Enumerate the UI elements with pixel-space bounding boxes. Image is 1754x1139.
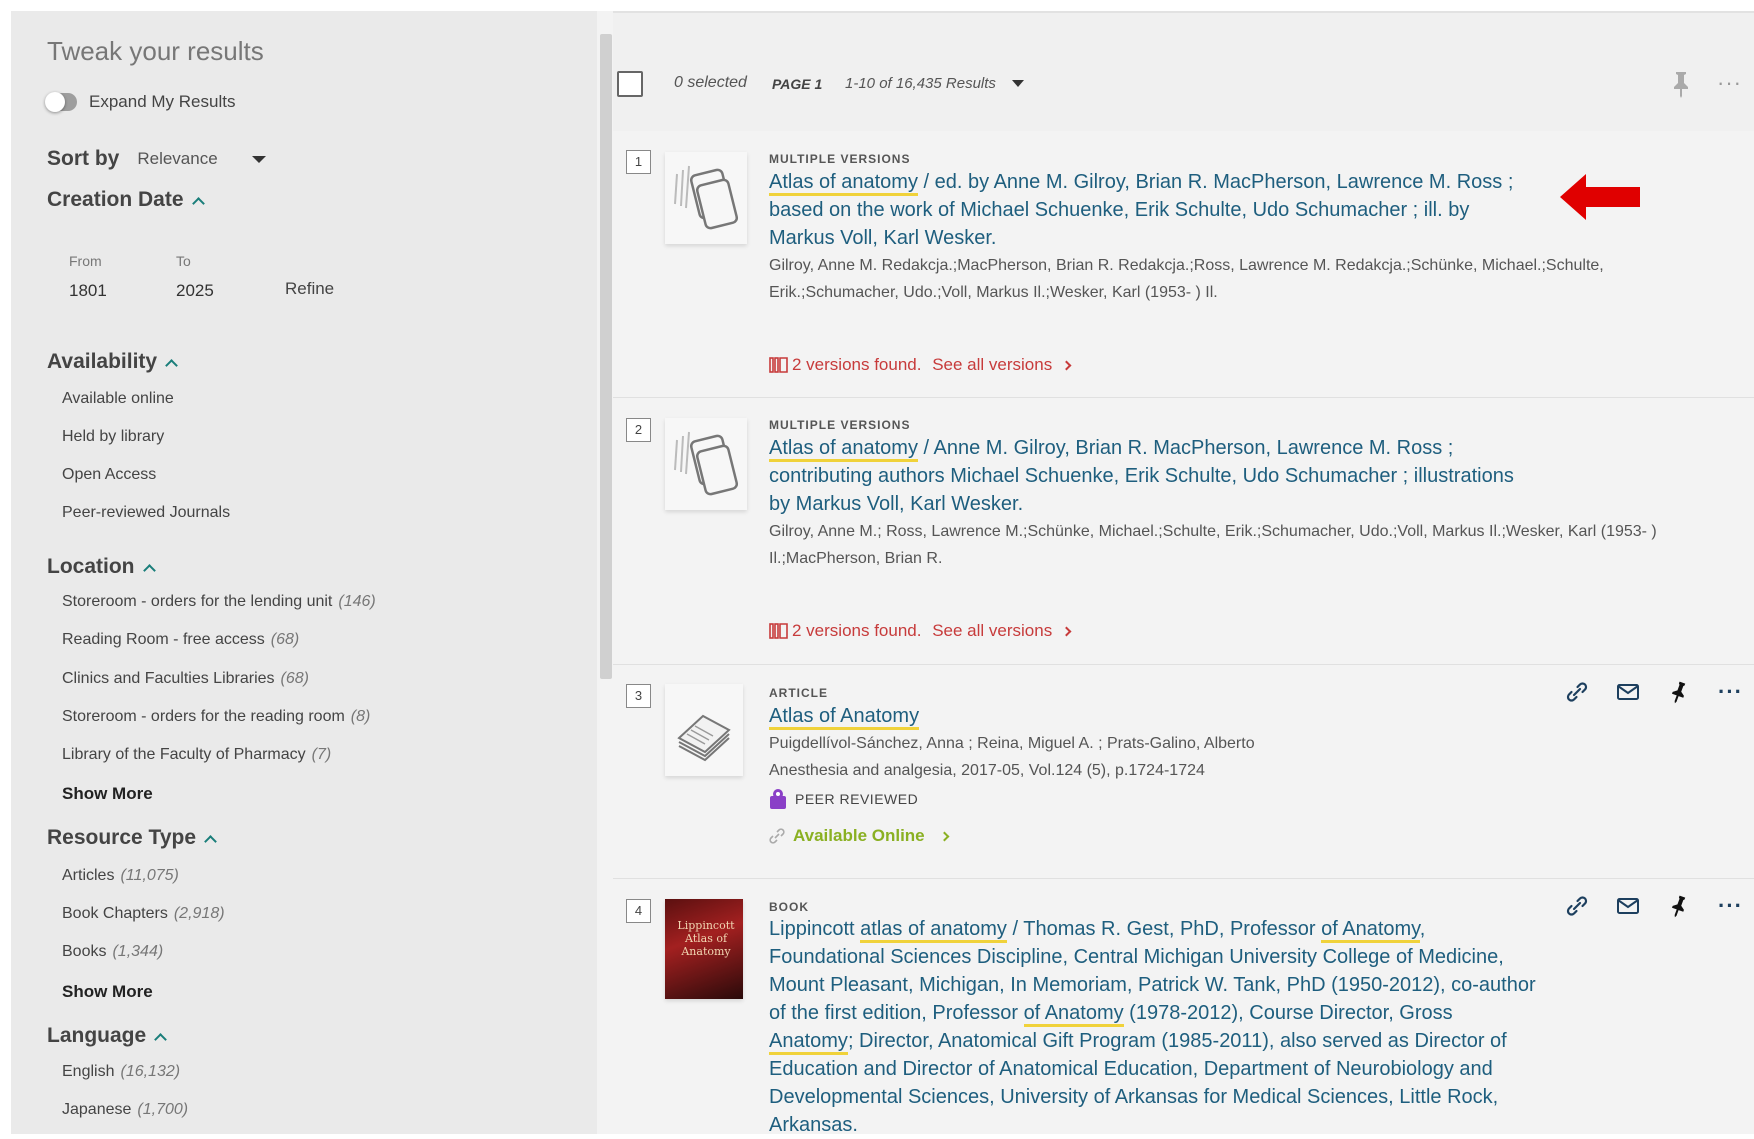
available-online-link[interactable]: Available Online xyxy=(769,826,950,846)
facet-item[interactable]: Library of the Faculty of Pharmacy (7) xyxy=(62,746,331,764)
sort-by-label: Sort by xyxy=(47,147,120,170)
resource-type-show-more-button[interactable]: Show More xyxy=(62,982,153,1002)
results-count-caret-icon[interactable] xyxy=(1012,80,1024,87)
result-type: MULTIPLE VERSIONS xyxy=(769,152,911,166)
facet-item[interactable]: Japanese (1,700) xyxy=(62,1101,188,1119)
article-thumbnail[interactable] xyxy=(665,684,743,776)
more-options-icon[interactable]: ··· xyxy=(1718,895,1743,917)
select-all-checkbox[interactable] xyxy=(617,71,643,97)
result-number: 1 xyxy=(626,150,651,174)
result-title-link[interactable]: Atlas of anatomy / Anne M. Gilroy, Brian… xyxy=(769,434,1539,518)
date-from-label: From xyxy=(69,253,102,269)
facet-item[interactable]: Articles (11,075) xyxy=(62,867,179,885)
facet-item[interactable]: Book Chapters (2,918) xyxy=(62,905,225,923)
result-authors: Puigdellívol-Sánchez, Anna ; Reina, Migu… xyxy=(769,735,1255,752)
page-indicator: PAGE 1 xyxy=(772,76,823,92)
result-number: 4 xyxy=(626,899,651,923)
chevron-up-icon xyxy=(142,563,156,577)
chevron-up-icon xyxy=(204,834,217,848)
expand-results-toggle[interactable] xyxy=(45,92,77,112)
expand-results-toggle-row[interactable]: Expand My Results xyxy=(45,92,236,112)
multiple-versions-thumbnail[interactable] xyxy=(665,152,747,244)
result-type: BOOK xyxy=(769,900,809,914)
more-options-icon[interactable]: ··· xyxy=(1718,681,1743,703)
result-type: ARTICLE xyxy=(769,686,828,700)
sort-select[interactable]: Relevance xyxy=(137,149,217,169)
result-number: 3 xyxy=(626,684,651,708)
facet-item[interactable]: Available online xyxy=(62,390,174,408)
result-authors: Gilroy, Anne M. Redakcja.;MacPherson, Br… xyxy=(769,257,1604,301)
expand-results-label: Expand My Results xyxy=(89,92,236,111)
facet-item[interactable]: Storeroom - orders for the reading room(… xyxy=(62,708,370,726)
sidebar-title: Tweak your results xyxy=(47,36,264,66)
result-title-link[interactable]: Lippincott atlas of anatomy / Thomas R. … xyxy=(769,915,1539,1139)
selected-count: 0 selected xyxy=(674,74,747,91)
link-icon[interactable] xyxy=(1565,894,1589,918)
facet-item[interactable]: Clinics and Faculties Libraries (68) xyxy=(62,670,309,688)
facet-item[interactable]: Open Access xyxy=(62,466,156,484)
facet-item[interactable]: Held by library xyxy=(62,428,164,446)
versions-link[interactable]: 2 versions found. See all versions xyxy=(769,355,1072,375)
date-from-input[interactable]: 1801 xyxy=(69,281,107,301)
pin-icon[interactable] xyxy=(1670,70,1692,98)
result-source: Anesthesia and analgesia, 2017-05, Vol.1… xyxy=(769,762,1205,779)
facet-item[interactable]: English (16,132) xyxy=(62,1063,180,1081)
more-options-icon[interactable]: ··· xyxy=(1717,70,1742,96)
chevron-up-icon xyxy=(191,196,205,210)
result-actions: ··· xyxy=(1565,680,1743,704)
chevron-up-icon xyxy=(154,1032,168,1046)
book-cover-title: Lippincott Atlas of Anatomy xyxy=(677,919,735,958)
book-cover-thumbnail[interactable]: Lippincott Atlas of Anatomy xyxy=(665,899,743,999)
pin-icon[interactable] xyxy=(1667,894,1691,918)
peer-reviewed-badge: PEER REVIEWED xyxy=(769,788,918,810)
red-arrow-icon xyxy=(1560,174,1640,220)
facet-item[interactable]: Reading Room - free access (68) xyxy=(62,631,299,649)
facet-item[interactable]: Peer-reviewed Journals xyxy=(62,504,230,522)
result-actions: ··· xyxy=(1565,894,1743,918)
facet-resource-type-heading[interactable]: Resource Type xyxy=(47,826,217,850)
versions-icon xyxy=(769,357,788,373)
result-title-link[interactable]: Atlas of anatomy / ed. by Anne M. Gilroy… xyxy=(769,168,1539,252)
facet-item[interactable]: Storeroom - orders for the lending unit(… xyxy=(62,593,376,611)
sort-by-row: Sort by Relevance xyxy=(47,147,266,171)
results-toolbar xyxy=(613,11,1754,131)
results-count[interactable]: 1-10 of 16,435 Results xyxy=(845,75,996,92)
link-icon xyxy=(769,828,785,844)
facet-item[interactable]: Books (1,344) xyxy=(62,943,163,961)
result-number: 2 xyxy=(626,418,651,442)
facet-location-heading[interactable]: Location xyxy=(47,555,156,579)
email-icon[interactable] xyxy=(1616,680,1640,704)
refine-button[interactable]: Refine xyxy=(285,279,334,299)
result-type: MULTIPLE VERSIONS xyxy=(769,418,911,432)
multiple-versions-thumbnail[interactable] xyxy=(665,418,747,510)
email-icon[interactable] xyxy=(1616,894,1640,918)
location-show-more-button[interactable]: Show More xyxy=(62,784,153,804)
facet-creation-date-heading[interactable]: Creation Date xyxy=(47,188,205,212)
pin-icon[interactable] xyxy=(1667,680,1691,704)
result-authors: Gilroy, Anne M.; Ross, Lawrence M.;Schün… xyxy=(769,523,1657,567)
sidebar-scrollbar[interactable] xyxy=(600,34,612,679)
date-to-input[interactable]: 2025 xyxy=(176,281,214,301)
result-title-link[interactable]: Atlas of Anatomy xyxy=(769,702,1539,730)
facet-language-heading[interactable]: Language xyxy=(47,1024,168,1048)
sort-caret-icon[interactable] xyxy=(251,155,266,163)
facet-availability-heading[interactable]: Availability xyxy=(47,350,178,374)
versions-link[interactable]: 2 versions found. See all versions xyxy=(769,621,1072,641)
peer-reviewed-icon xyxy=(770,789,786,809)
link-icon[interactable] xyxy=(1565,680,1589,704)
date-to-label: To xyxy=(176,253,191,269)
chevron-up-icon xyxy=(165,358,178,372)
versions-icon xyxy=(769,623,788,639)
